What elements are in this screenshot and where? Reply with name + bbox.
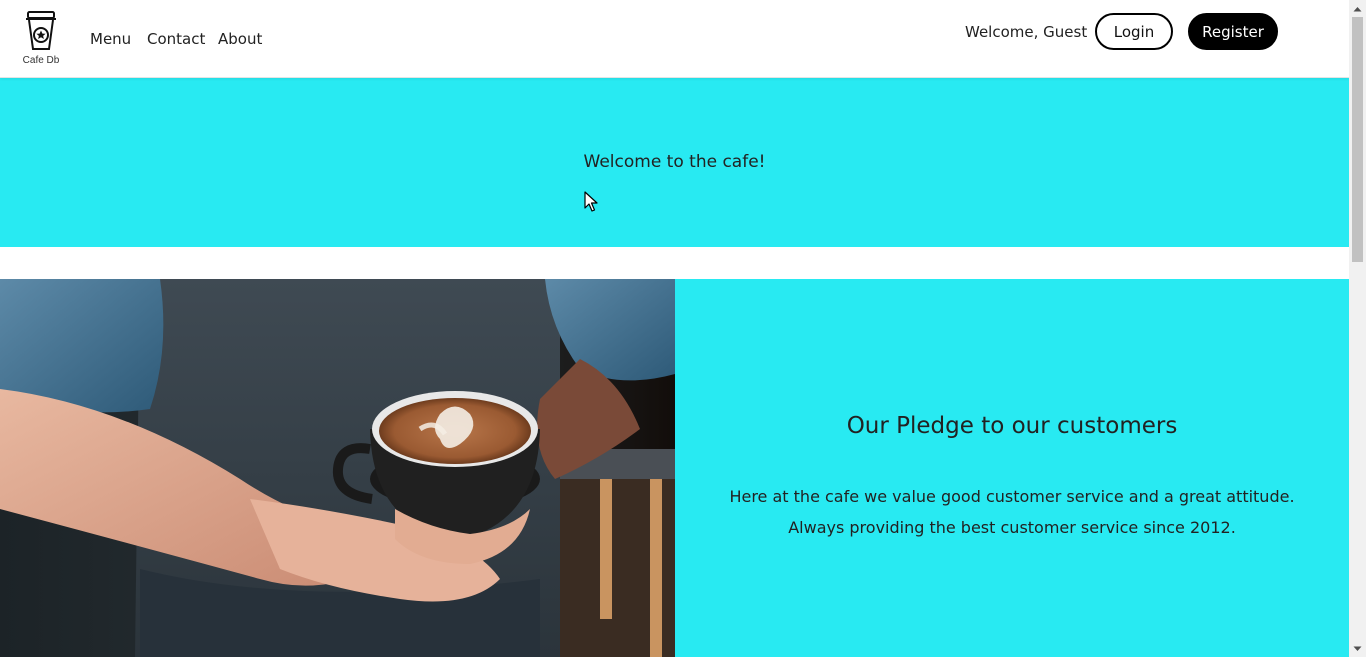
logo-text: Cafe Db	[22, 55, 60, 66]
barista-holding-latte-illustration	[0, 279, 675, 657]
mouse-cursor-icon	[584, 191, 598, 212]
page: Cafe Db Menu Contact About Welcome, Gues…	[0, 0, 1349, 657]
navbar: Cafe Db Menu Contact About Welcome, Gues…	[0, 0, 1349, 78]
pledge-line-2: Always providing the best customer servi…	[788, 518, 1236, 537]
hero-banner: Welcome to the cafe!	[0, 78, 1349, 247]
pledge-body: Here at the cafe we value good customer …	[715, 481, 1309, 543]
welcome-guest-text: Welcome, Guest	[965, 23, 1088, 41]
scroll-up-arrow-icon[interactable]	[1349, 0, 1366, 17]
nav-about-link[interactable]: About	[218, 30, 262, 48]
scroll-down-arrow-icon[interactable]	[1349, 640, 1366, 657]
vertical-scrollbar[interactable]	[1349, 0, 1366, 657]
pledge-title: Our Pledge to our customers	[846, 413, 1178, 439]
nav-menu-link[interactable]: Menu	[90, 30, 131, 48]
hero-welcome-text: Welcome to the cafe!	[583, 152, 766, 172]
scrollbar-thumb[interactable]	[1352, 17, 1363, 262]
pledge-panel: Our Pledge to our customers Here at the …	[675, 279, 1349, 657]
pledge-line-1: Here at the cafe we value good customer …	[729, 487, 1295, 506]
login-button[interactable]: Login	[1095, 13, 1173, 50]
coffee-cup-star-icon	[26, 11, 56, 50]
register-button[interactable]: Register	[1188, 13, 1278, 50]
nav-contact-link[interactable]: Contact	[147, 30, 205, 48]
logo[interactable]: Cafe Db	[20, 10, 62, 68]
barista-latte-photo	[0, 279, 675, 657]
